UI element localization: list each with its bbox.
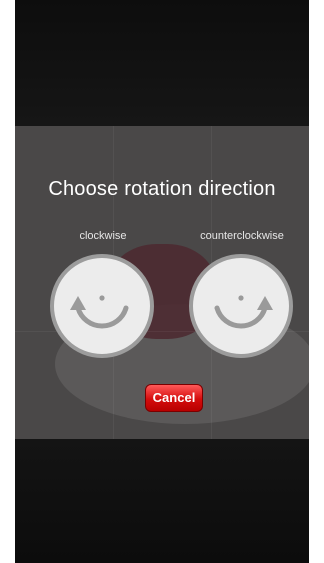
rotate-counterclockwise-icon bbox=[214, 295, 273, 329]
rotate-clockwise-icon bbox=[70, 295, 129, 329]
dialog-title: Choose rotation direction bbox=[48, 178, 276, 200]
clockwise-label: clockwise bbox=[79, 230, 127, 242]
camera-photo-top bbox=[15, 0, 309, 126]
counterclockwise-button[interactable] bbox=[189, 254, 293, 358]
camera-photo-bottom bbox=[15, 439, 309, 563]
clockwise-button[interactable] bbox=[50, 254, 154, 358]
cancel-button[interactable]: Cancel bbox=[145, 384, 203, 412]
counterclockwise-label: counterclockwise bbox=[200, 230, 284, 242]
phone-screen: Choose rotation direction clockwise coun… bbox=[15, 0, 309, 563]
rotation-dialog: Choose rotation direction clockwise coun… bbox=[15, 126, 309, 439]
